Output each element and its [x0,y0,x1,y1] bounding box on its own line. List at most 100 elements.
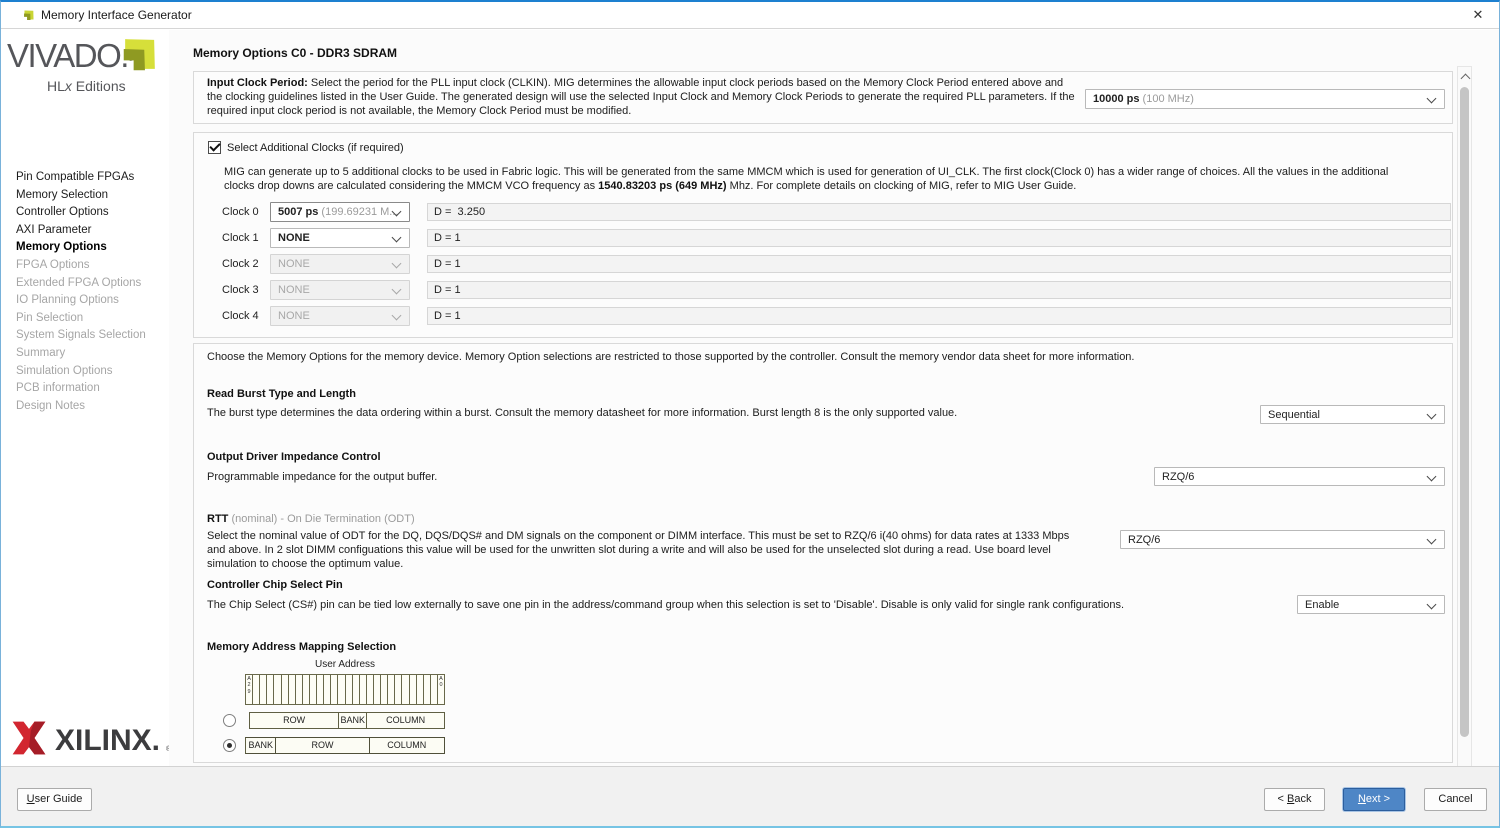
input-clock-period-text: Input Clock Period: Select the period fo… [207,77,1079,119]
sidebar-item-pcb-information: PCB information [16,380,167,398]
sidebar-item-design-notes: Design Notes [16,398,167,416]
address-bit-cell [282,675,289,704]
address-bit-cell [367,675,374,704]
additional-clocks-checkbox[interactable] [208,141,221,154]
address-bit-cell [395,675,402,704]
select-value: Sequential [1268,409,1320,421]
sidebar-item-fpga-options: FPGA Options [16,257,167,275]
address-bit-cell [402,675,409,704]
sidebar-item-pin-compatible-fpgas[interactable]: Pin Compatible FPGAs [16,169,167,187]
select-value: NONE [278,258,310,270]
user-address-label: User Address [245,659,445,670]
address-bit-cell [353,675,360,704]
sidebar-nav: Pin Compatible FPGAsMemory SelectionCont… [16,169,167,415]
memory-options-group: Choose the Memory Options for the memory… [193,343,1453,763]
output-driver-heading: Output Driver Impedance Control [207,451,381,463]
address-bit-cell [253,675,260,704]
address-bit-cell [360,675,367,704]
input-clock-period-select[interactable]: 10000 ps (100 MHz) [1085,89,1445,109]
clock-divider-value: D = 1 [427,307,1451,325]
app-icon [22,8,36,22]
clock-0-select[interactable]: 5007 ps (199.69231 M... [270,202,410,222]
chip-select-select[interactable]: Enable [1297,595,1445,614]
clock-row: Clock 3NONED = 1 [194,280,1452,302]
xilinx-wordmark: XILINX. [55,724,160,758]
sidebar-item-pin-selection: Pin Selection [16,310,167,328]
clock-row: Clock 4 NONE D = 1 [194,306,1452,328]
close-button[interactable]: ✕ [1465,4,1491,26]
vivado-subtitle: HLx Editions [47,78,126,94]
vivado-swoosh-icon [108,22,172,86]
clock-row: Clock 05007 ps (199.69231 M...D = 3.250 [194,202,1452,224]
additional-clocks-label: Select Additional Clocks (if required) [227,142,404,154]
read-burst-description: The burst type determines the data order… [207,407,1247,419]
clock-label: Clock 2 [222,258,259,270]
clock-label: Clock 4 [222,310,259,322]
cancel-button[interactable]: Cancel [1424,788,1487,811]
sidebar-item-system-signals-selection: System Signals Selection [16,327,167,345]
chevron-down-icon [392,259,402,269]
mapping-option-0: ROWBANKCOLUMN [249,712,445,729]
scroll-up-icon[interactable] [1461,74,1471,84]
address-bit-cell [324,675,331,704]
xilinx-x-icon [9,718,49,758]
address-bit-cell [431,675,438,704]
output-driver-select[interactable]: RZQ/6 [1154,467,1445,486]
mapping-radio-0[interactable] [223,714,236,727]
user-guide-button[interactable]: User Guide [17,788,92,811]
mapping-segment-column: COLUMN [370,737,445,754]
scrollbar-thumb[interactable] [1460,87,1469,737]
mapping-heading: Memory Address Mapping Selection [207,641,396,653]
mapping-segment-row: ROW [249,712,339,729]
xilinx-logo: XILINX. ® [9,718,169,764]
chevron-down-icon [1427,410,1437,420]
rtt-select[interactable]: RZQ/6 [1120,530,1445,549]
next-button[interactable]: Next > [1343,788,1405,811]
address-bit-cell [338,675,345,704]
footer-bar: User Guide < Back Next > Cancel [1,766,1499,826]
chevron-down-icon [392,233,402,243]
address-bit-cell [310,675,317,704]
address-bit-cell [410,675,417,704]
sidebar-item-axi-parameter[interactable]: AXI Parameter [16,222,167,240]
select-value: NONE [278,284,310,296]
sidebar-item-memory-selection[interactable]: Memory Selection [16,187,167,205]
sidebar-item-io-planning-options: IO Planning Options [16,292,167,310]
select-value-suffix: (199.69231 M... [318,206,398,218]
sidebar-item-summary: Summary [16,345,167,363]
address-bit-cell [260,675,267,704]
sidebar-item-extended-fpga-options: Extended FPGA Options [16,275,167,293]
clock-divider-value: D = 1 [427,255,1451,273]
address-bit-cell: A 2 9 [246,675,253,704]
mapping-radio-1[interactable] [223,739,236,752]
additional-clocks-group: Select Additional Clocks (if required) M… [193,132,1453,338]
clock-4-select: NONE [270,306,410,326]
address-bit-cell: A 0 [438,675,444,704]
chevron-down-icon [1427,472,1437,482]
read-burst-select[interactable]: Sequential [1260,405,1445,424]
select-value: RZQ/6 [1128,534,1160,546]
clock-1-select[interactable]: NONE [270,228,410,248]
sidebar-item-memory-options[interactable]: Memory Options [16,239,167,257]
sidebar-item-controller-options[interactable]: Controller Options [16,204,167,222]
chip-select-heading: Controller Chip Select Pin [207,579,343,591]
sidebar: VIVADO.® HLx Editions Pin Compatible FPG… [1,30,170,766]
address-bit-cell [388,675,395,704]
address-bit-cell [417,675,424,704]
rtt-heading: RTT (nominal) - On Die Termination (ODT) [207,513,415,525]
clock-row: Clock 2 NONE D = 1 [194,254,1452,276]
chevron-down-icon [1427,94,1437,104]
select-value-suffix: (100 MHz) [1139,93,1193,105]
chevron-down-icon [392,285,402,295]
additional-clocks-description: MIG can generate up to 5 additional cloc… [224,166,1416,193]
address-bit-cell [296,675,303,704]
clock-divider-value: D = 1 [427,229,1451,247]
back-button[interactable]: < Back [1264,788,1325,811]
mig-window: Memory Interface Generator ✕ VIVADO.® HL… [0,0,1500,828]
clock-3-select: NONE [270,280,410,300]
content-scrollbar[interactable] [1457,66,1472,788]
chevron-down-icon [1427,535,1437,545]
read-burst-heading: Read Burst Type and Length [207,388,356,400]
clock-2-select: NONE [270,254,410,274]
select-value: NONE [278,310,310,322]
